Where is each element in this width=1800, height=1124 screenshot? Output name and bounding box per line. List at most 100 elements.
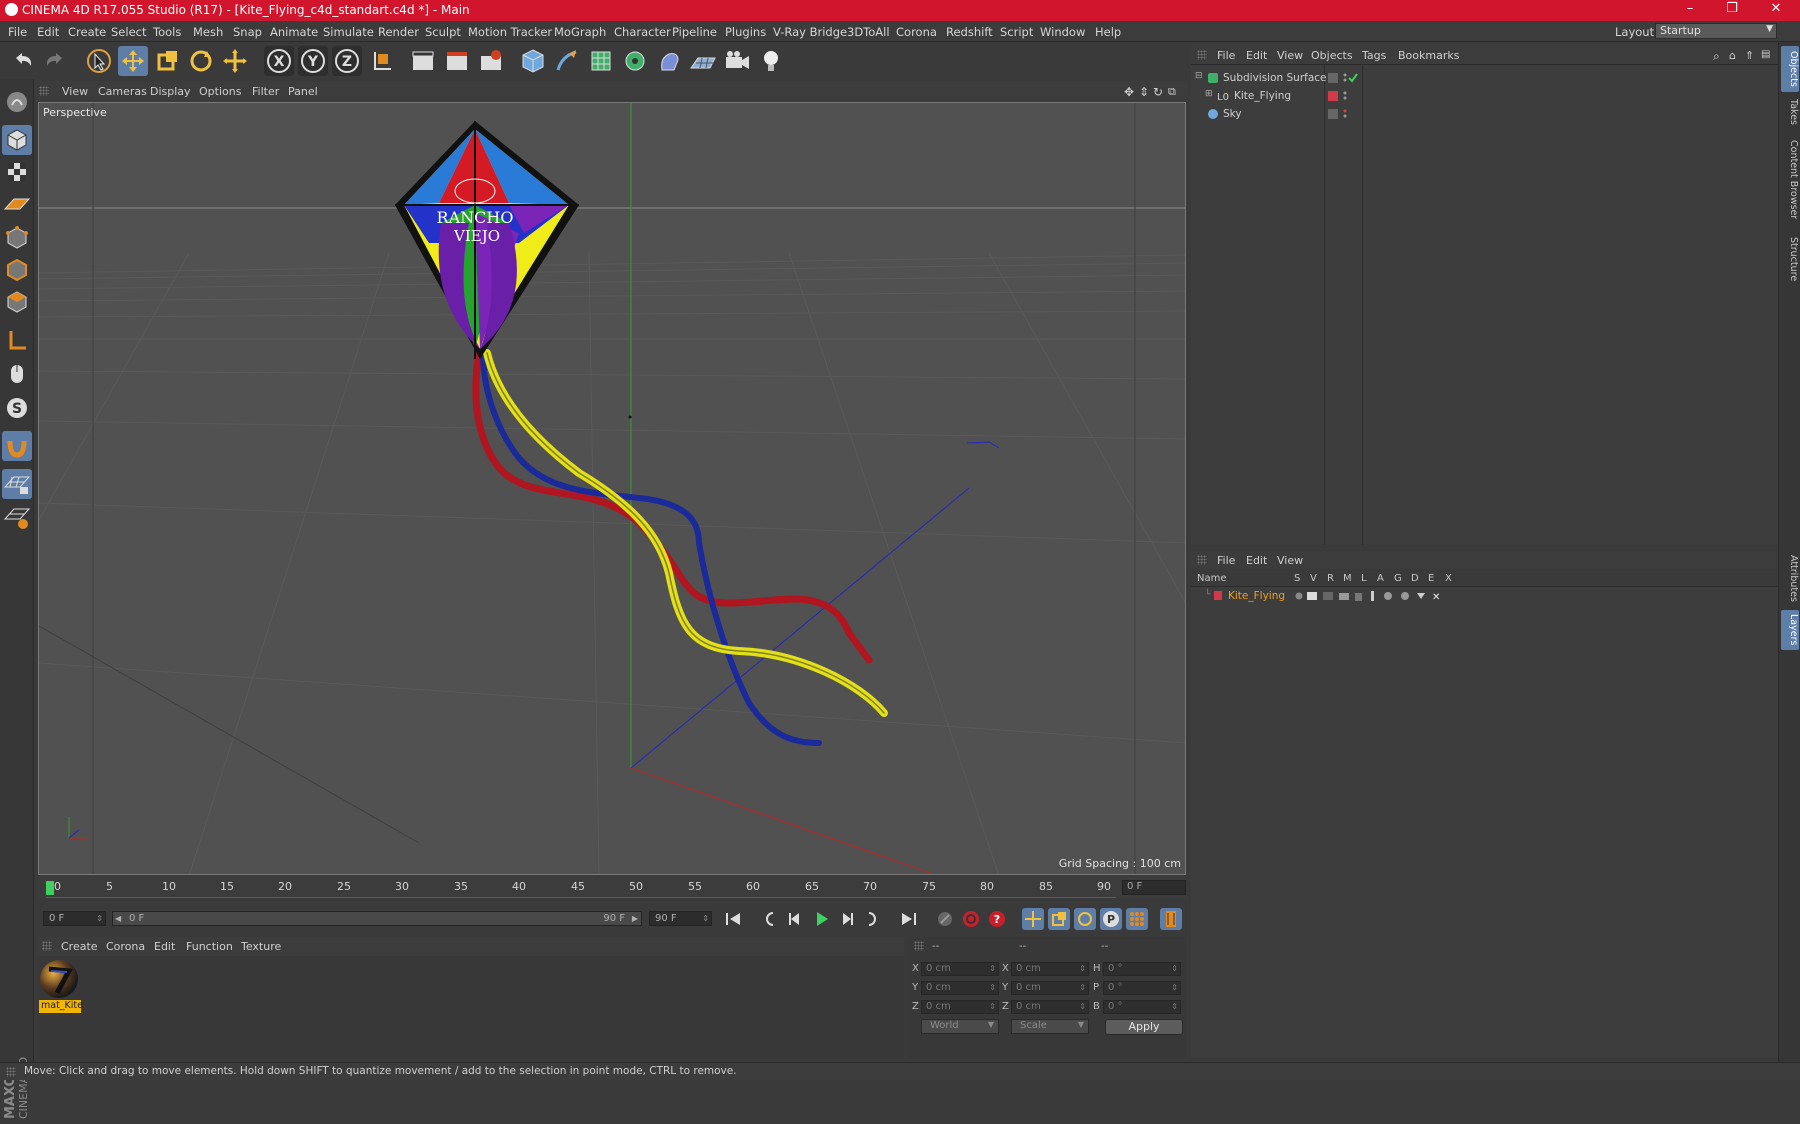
record-active-button[interactable] — [960, 908, 982, 930]
object-layer-flags[interactable] — [1328, 90, 1358, 102]
layer-menu-view[interactable]: View — [1277, 554, 1303, 567]
menu-help[interactable]: Help — [1095, 25, 1121, 39]
cloner-button[interactable] — [620, 46, 650, 76]
subdivision-surface-button[interactable] — [586, 46, 616, 76]
tab-content-browser[interactable]: Content Browser — [1781, 132, 1799, 228]
menu-plugins[interactable]: Plugins — [725, 25, 766, 39]
move-tool-button[interactable] — [118, 46, 148, 76]
live-selection-button[interactable] — [84, 46, 114, 76]
workplane-mode-button[interactable] — [2, 189, 32, 219]
search-icon[interactable]: ⌕ — [1713, 49, 1720, 64]
layer-column-name[interactable]: Name — [1197, 573, 1227, 584]
material-menu-corona[interactable]: Corona — [106, 940, 145, 953]
camera-button[interactable] — [722, 46, 752, 76]
menu-pipeline[interactable]: Pipeline — [672, 25, 717, 39]
layout-select[interactable]: Startup ▼ — [1655, 23, 1777, 39]
render-to-picture-viewer-button[interactable] — [442, 46, 472, 76]
previous-frame-button[interactable] — [784, 908, 806, 930]
timeline-ruler[interactable]: 0 5 10 15 20 25 30 35 40 45 50 55 60 65 … — [38, 876, 1186, 898]
rotation-p-field[interactable]: 0 ° ⇕ — [1103, 981, 1181, 995]
make-editable-button[interactable] — [2, 87, 32, 117]
menu-edit[interactable]: Edit — [37, 25, 59, 39]
menu-simulate[interactable]: Simulate — [323, 25, 374, 39]
viewport-move-icon[interactable]: ✥ — [1124, 85, 1134, 99]
layer-column-animation[interactable]: A — [1377, 573, 1384, 584]
frame-range-slider[interactable]: ◀ 0 F 90 F ▶ — [112, 911, 642, 926]
layer-column-deformers[interactable]: D — [1411, 573, 1419, 584]
object-menu-view[interactable]: View — [1277, 49, 1303, 62]
object-menu-file[interactable]: File — [1217, 49, 1235, 62]
tab-attributes[interactable]: Attributes — [1781, 548, 1799, 608]
playhead[interactable] — [46, 881, 54, 895]
layer-column-render[interactable]: R — [1327, 573, 1334, 584]
up-arrow-icon[interactable]: ⇑ — [1745, 49, 1754, 62]
panel-menu-icon[interactable]: ▤ — [1761, 49, 1770, 60]
start-frame-field[interactable]: 0 F ⇕ — [43, 911, 106, 926]
panel-grip-icon[interactable] — [1197, 50, 1207, 60]
tweak-mode-button[interactable] — [2, 359, 32, 389]
position-z-field[interactable]: 0 cm ⇕ — [921, 1000, 999, 1014]
tab-structure[interactable]: Structure — [1781, 232, 1799, 286]
size-mode-select[interactable]: Scale ▼ — [1011, 1019, 1089, 1034]
viewport-menu-panel[interactable]: Panel — [288, 85, 318, 98]
viewport-menu-filter[interactable]: Filter — [252, 85, 279, 98]
light-button[interactable] — [756, 46, 786, 76]
menu-select[interactable]: Select — [111, 25, 146, 39]
render-settings-button[interactable] — [476, 46, 506, 76]
layer-menu-edit[interactable]: Edit — [1246, 554, 1267, 567]
key-scale-button[interactable] — [1048, 908, 1070, 930]
material-menu-function[interactable]: Function — [186, 940, 233, 953]
viewport-zoom-icon[interactable]: ⇕ — [1139, 85, 1149, 99]
previous-key-button[interactable] — [758, 908, 780, 930]
rotation-h-field[interactable]: 0 ° ⇕ — [1103, 962, 1181, 976]
3d-viewport[interactable]: RANCHO VIEJO Perspective Grid Spacing : … — [38, 102, 1186, 875]
rotation-b-field[interactable]: 0 ° ⇕ — [1103, 1000, 1181, 1014]
object-visibility-flags[interactable] — [1328, 72, 1358, 84]
menu-file[interactable]: File — [8, 25, 27, 39]
points-mode-button[interactable] — [2, 223, 32, 253]
material-item[interactable]: mat_Kite — [38, 956, 83, 1016]
go-to-start-button[interactable] — [722, 908, 744, 930]
viewport-menu-cameras[interactable]: Cameras — [98, 85, 147, 98]
cube-object-button[interactable] — [518, 46, 548, 76]
position-x-field[interactable]: 0 cm ⇕ — [921, 962, 999, 976]
object-menu-objects[interactable]: Objects — [1311, 49, 1353, 62]
coordinate-system-button[interactable] — [366, 46, 396, 76]
viewport-menu-options[interactable]: Options — [199, 85, 241, 98]
layer-color-swatch[interactable] — [1214, 591, 1222, 600]
play-button[interactable] — [810, 908, 832, 930]
layer-column-xref[interactable]: X — [1445, 573, 1452, 584]
snap-button[interactable]: S — [2, 393, 32, 423]
position-y-field[interactable]: 0 cm ⇕ — [921, 981, 999, 995]
object-visibility-flags[interactable] — [1328, 108, 1358, 120]
viewport-menu-display[interactable]: Display — [150, 85, 191, 98]
menu-window[interactable]: Window — [1040, 25, 1085, 39]
panel-grip-icon[interactable] — [1197, 555, 1207, 565]
tab-takes[interactable]: Takes — [1781, 96, 1799, 126]
key-rotation-button[interactable] — [1074, 908, 1096, 930]
autokey-button[interactable]: ? — [986, 908, 1008, 930]
menu-create[interactable]: Create — [68, 25, 106, 39]
object-menu-tags[interactable]: Tags — [1362, 49, 1386, 62]
layer-menu-file[interactable]: File — [1217, 554, 1235, 567]
magnet-button[interactable] — [2, 431, 32, 461]
render-view-button[interactable] — [408, 46, 438, 76]
layer-column-view[interactable]: V — [1310, 573, 1317, 584]
next-frame-button[interactable] — [836, 908, 858, 930]
next-key-button[interactable] — [862, 908, 884, 930]
tab-objects[interactable]: Objects — [1781, 46, 1799, 92]
menu-animate[interactable]: Animate — [270, 25, 318, 39]
layer-column-generators[interactable]: G — [1394, 573, 1402, 584]
go-to-end-button[interactable] — [898, 908, 920, 930]
menu-tools[interactable]: Tools — [153, 25, 181, 39]
layer-column-expressions[interactable]: E — [1428, 573, 1434, 584]
tab-layers[interactable]: Layers — [1781, 610, 1799, 650]
material-menu-texture[interactable]: Texture — [241, 940, 281, 953]
menu-snap[interactable]: Snap — [233, 25, 262, 39]
coordinate-mode-select[interactable]: World ▼ — [921, 1019, 999, 1034]
maximize-button[interactable]: ❐ — [1712, 1, 1752, 19]
deformer-button[interactable] — [654, 46, 684, 76]
menu-character[interactable]: Character — [614, 25, 671, 39]
material-menu-create[interactable]: Create — [61, 940, 98, 953]
material-menu-edit[interactable]: Edit — [154, 940, 175, 953]
